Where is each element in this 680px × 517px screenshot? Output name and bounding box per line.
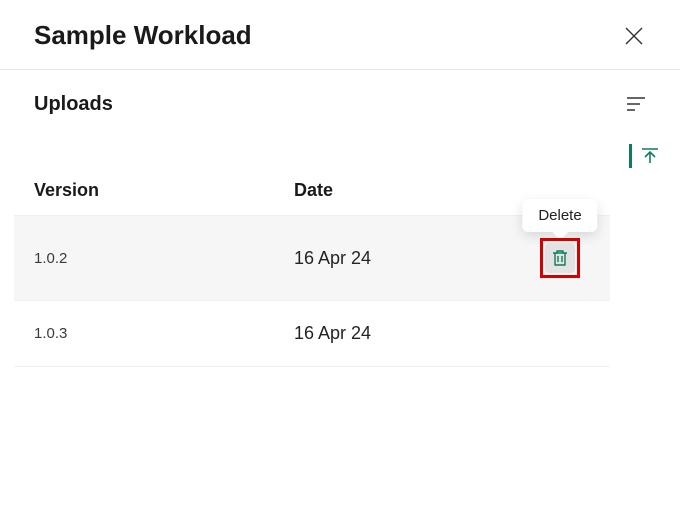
cell-version: 1.0.2 — [34, 250, 294, 267]
uploads-table: Version Date 1.0.2 16 Apr 24 Delete 1.0.… — [14, 166, 610, 367]
cell-date: 16 Apr 24 — [294, 248, 530, 269]
section-title: Uploads — [34, 93, 113, 116]
cell-version: 1.0.3 — [34, 325, 294, 342]
close-button[interactable] — [620, 22, 648, 50]
cell-date: 16 Apr 24 — [294, 323, 530, 344]
trash-icon — [552, 249, 568, 267]
close-icon — [625, 27, 643, 45]
dialog-header: Sample Workload — [0, 0, 680, 70]
upload-button[interactable] — [640, 146, 660, 166]
filter-menu-button[interactable] — [624, 92, 648, 116]
table-row[interactable]: 1.0.2 16 Apr 24 Delete — [14, 216, 610, 301]
column-header-version: Version — [34, 180, 294, 201]
accent-bar — [629, 144, 632, 168]
filter-icon — [627, 97, 645, 111]
delete-tooltip: Delete — [522, 199, 597, 232]
annotation-highlight — [540, 238, 580, 278]
delete-button[interactable] — [545, 243, 575, 273]
side-actions — [629, 144, 660, 168]
column-header-date: Date — [294, 180, 590, 201]
upload-icon — [641, 147, 659, 165]
row-actions: Delete — [530, 238, 590, 278]
table-header: Version Date — [14, 166, 610, 216]
page-title: Sample Workload — [34, 20, 252, 51]
table-row[interactable]: 1.0.3 16 Apr 24 — [14, 301, 610, 367]
section-header: Uploads — [0, 70, 680, 116]
content-area: Uploads Version Date 1.0.2 16 Apr 24 Del… — [0, 70, 680, 367]
